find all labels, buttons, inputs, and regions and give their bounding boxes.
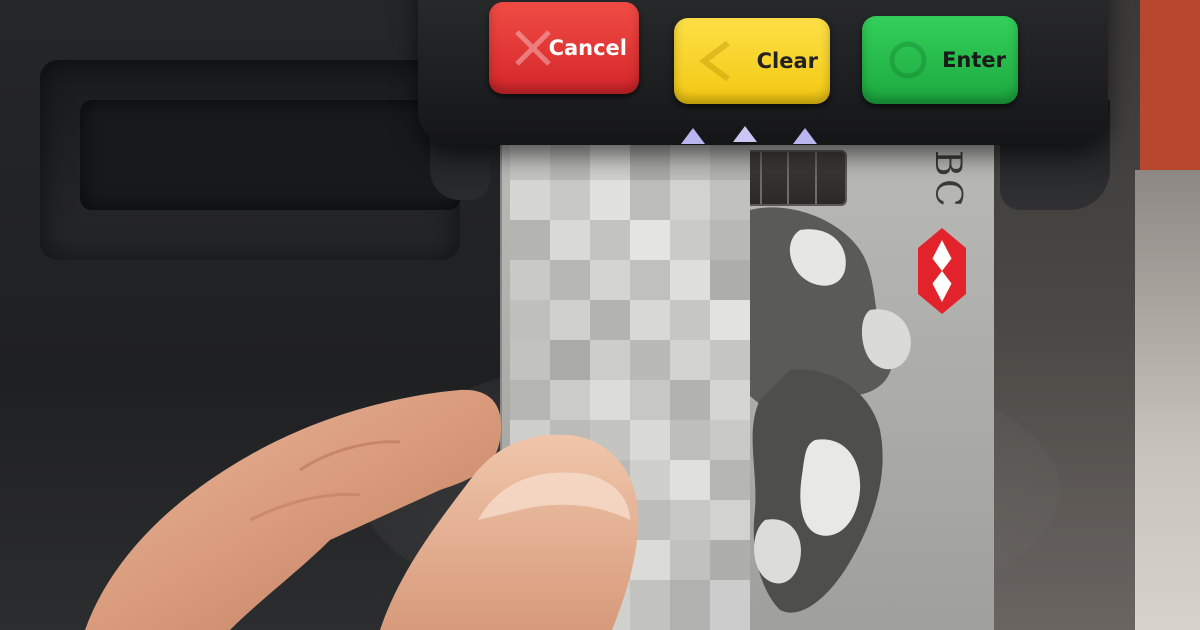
hand xyxy=(85,389,639,630)
photo-scene: BC Cancel Clear Enter xyxy=(0,0,1200,630)
